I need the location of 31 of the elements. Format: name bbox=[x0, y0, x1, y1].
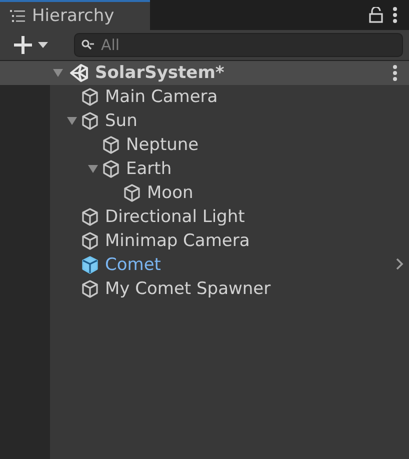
chevron-right-icon[interactable] bbox=[395, 257, 405, 271]
object-name[interactable]: My Comet Spawner bbox=[100, 279, 271, 299]
cube-icon bbox=[101, 159, 121, 179]
more-icon[interactable] bbox=[393, 7, 397, 23]
cube-icon bbox=[80, 231, 100, 251]
caret-icon bbox=[38, 42, 48, 48]
hierarchy-tab[interactable]: Hierarchy bbox=[0, 0, 150, 30]
object-name[interactable]: Neptune bbox=[121, 135, 199, 155]
cube-icon bbox=[122, 183, 142, 203]
object-name[interactable]: Directional Light bbox=[100, 207, 245, 227]
prefab-cube-icon bbox=[80, 255, 100, 275]
expanded-arrow-icon[interactable] bbox=[87, 164, 99, 174]
object-name[interactable]: Earth bbox=[121, 159, 172, 179]
more-icon[interactable] bbox=[393, 65, 397, 81]
object-name[interactable]: Main Camera bbox=[100, 87, 218, 107]
object-name[interactable]: Sun bbox=[100, 111, 138, 131]
search-field[interactable]: All bbox=[74, 33, 403, 57]
unity-logo-icon bbox=[68, 62, 90, 84]
cube-icon bbox=[80, 207, 100, 227]
list-icon bbox=[10, 9, 26, 23]
expanded-arrow-icon[interactable] bbox=[52, 68, 64, 78]
object-name[interactable]: Minimap Camera bbox=[100, 231, 250, 251]
cube-icon bbox=[80, 111, 100, 131]
object-name[interactable]: Moon bbox=[142, 183, 194, 203]
cube-icon bbox=[101, 135, 121, 155]
cube-icon bbox=[80, 87, 100, 107]
cube-icon bbox=[80, 279, 100, 299]
plus-icon bbox=[12, 34, 34, 56]
object-name[interactable]: Comet bbox=[100, 255, 161, 275]
lock-icon[interactable] bbox=[369, 7, 383, 23]
expanded-arrow-icon[interactable] bbox=[66, 116, 78, 126]
